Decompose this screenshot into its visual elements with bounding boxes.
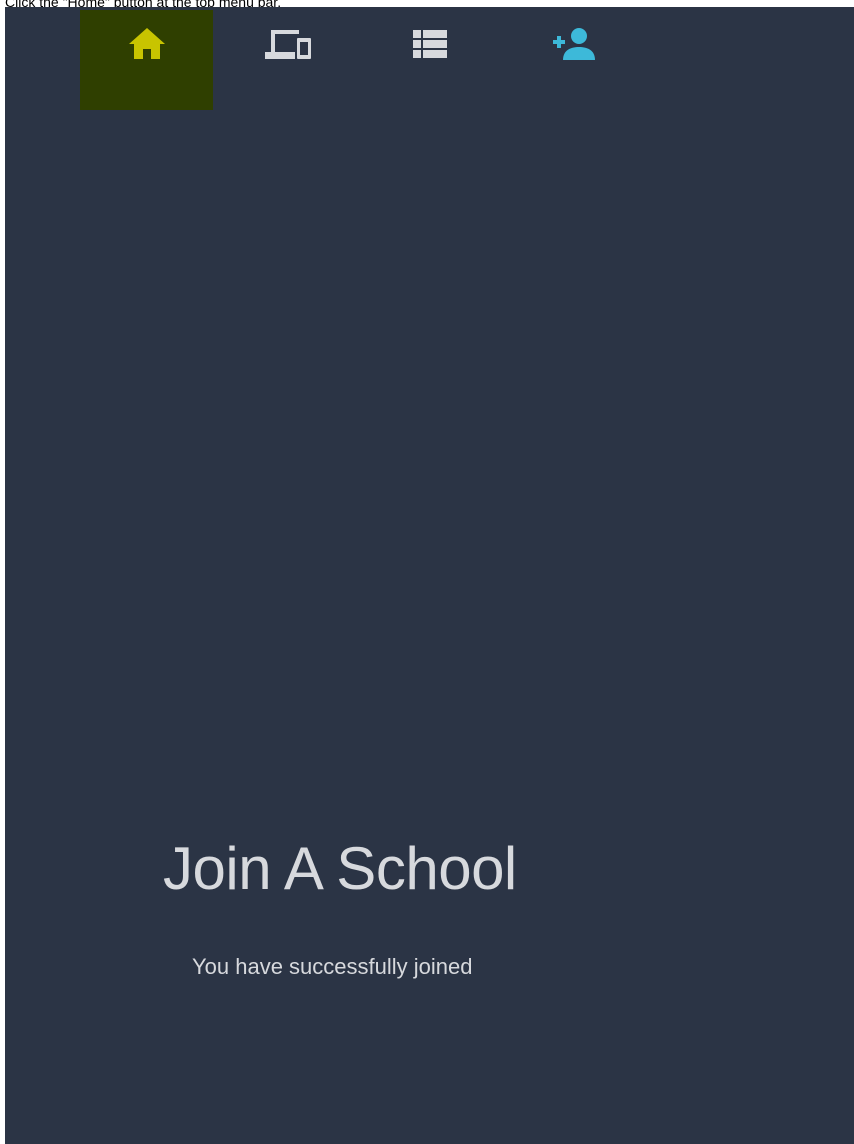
list-button[interactable] [363, 10, 496, 110]
home-button[interactable] [80, 10, 213, 110]
app-window: Join A School You have successfully join… [5, 7, 854, 1144]
add-user-button[interactable] [508, 10, 641, 110]
list-icon [412, 30, 447, 58]
success-message: You have successfully joined [192, 954, 473, 979]
add-person-icon [552, 28, 595, 60]
devices-button[interactable] [222, 10, 355, 110]
devices-icon [264, 30, 311, 59]
top-menu-bar [5, 7, 854, 111]
home-icon [128, 28, 165, 59]
page-title: Join A School [163, 835, 517, 902]
